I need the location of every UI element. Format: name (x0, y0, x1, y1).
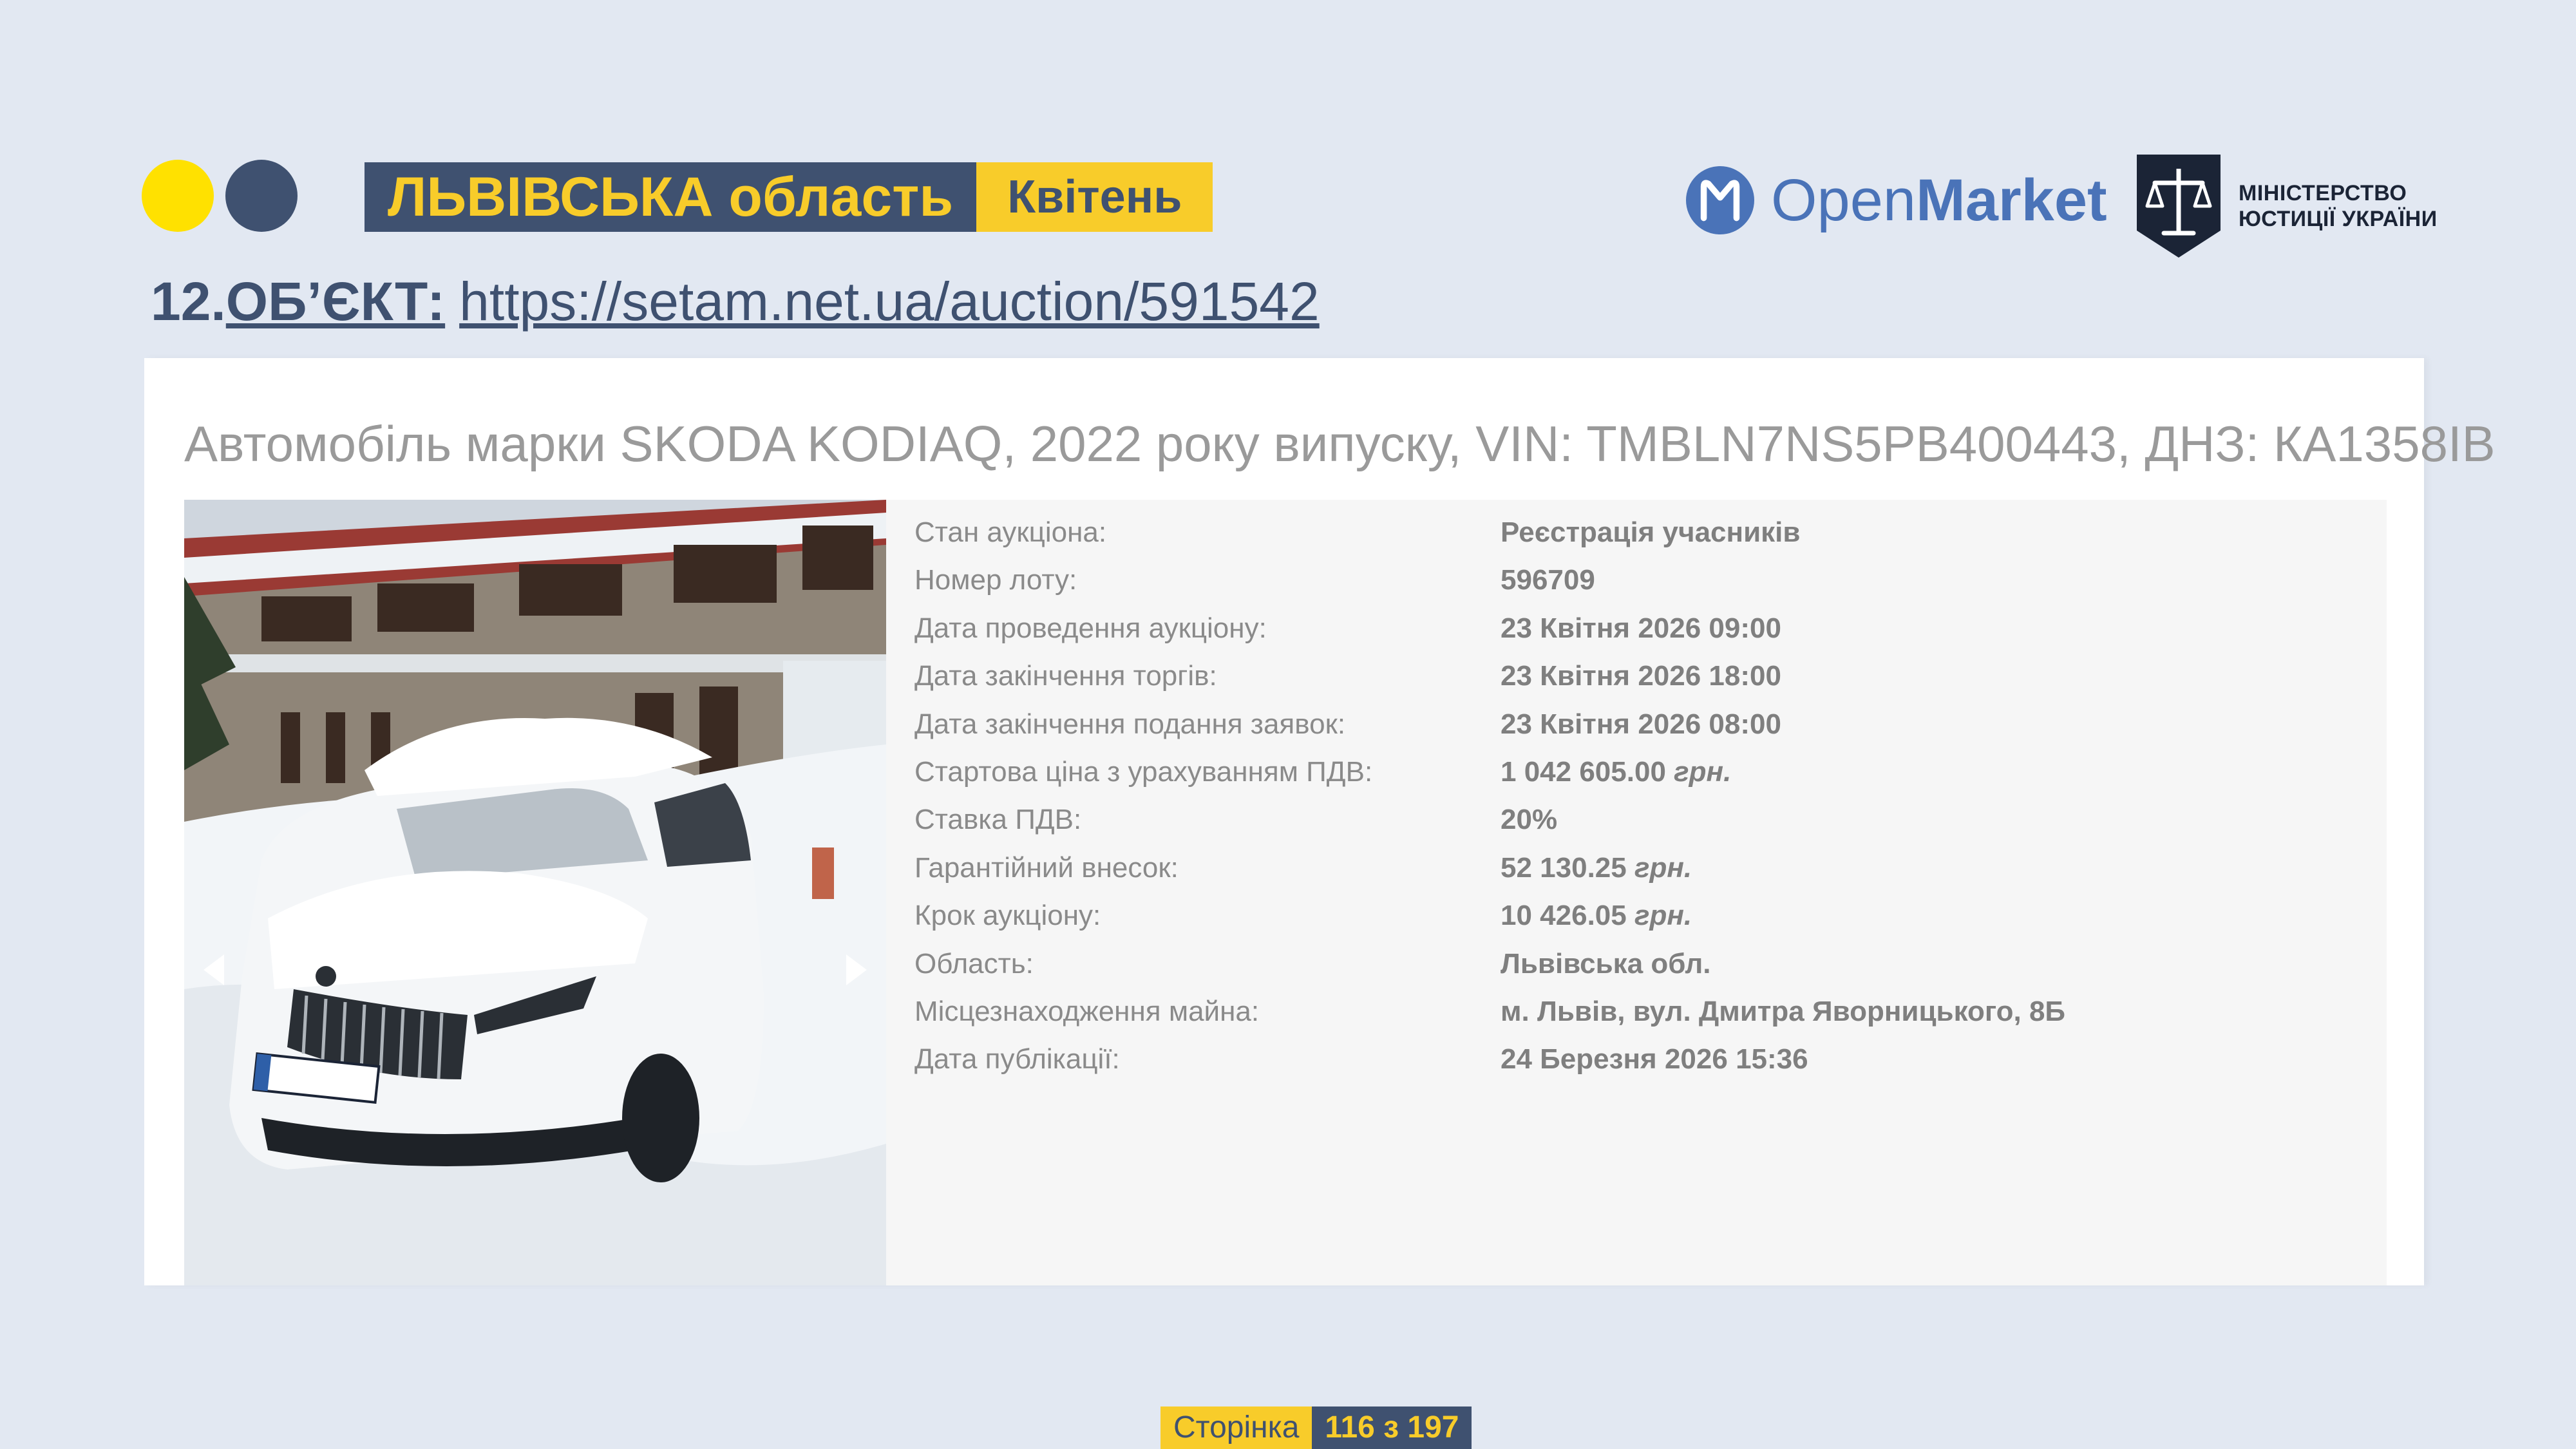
lot-detail-value-text: Львівська обл. (1501, 947, 1711, 980)
car-photo (184, 500, 886, 1285)
lot-detail-label: Дата проведення аукціону: (914, 612, 1267, 644)
lot-detail-value: 23 Квітня 2026 08:00 (1501, 701, 1781, 748)
openmarket-market: Market (1916, 167, 2107, 233)
ministry-logo: МІНІСТЕРСТВО ЮСТИЦІЇ УКРАЇНИ (2137, 155, 2438, 258)
ministry-name: МІНІСТЕРСТВО ЮСТИЦІЇ УКРАЇНИ (2239, 180, 2438, 232)
car-photo-illustration (184, 500, 886, 1285)
lot-detail-value-text: 23 Квітня 2026 09:00 (1501, 612, 1781, 644)
lot-detail-value-text: 23 Квітня 2026 08:00 (1501, 708, 1781, 740)
month-label: Квітень (976, 162, 1213, 232)
lot-detail-row: Дата публікації: 24 Березня 2026 15:36 (914, 1036, 2383, 1083)
lot-detail-row: Крок аукціону: 10 426.05 грн. (914, 892, 2383, 940)
lot-detail-value: Реєстрація учасників (1501, 509, 1800, 556)
lot-title: Автомобіль марки SKODA KODIAQ, 2022 року… (184, 415, 2496, 472)
lot-detail-row: Ставка ПДВ: 20% (914, 796, 2383, 844)
lot-detail-label: Ставка ПДВ: (914, 804, 1082, 836)
openmarket-open: Open (1771, 167, 1917, 233)
lot-detail-value-text: 23 Квітня 2026 18:00 (1501, 660, 1781, 692)
object-number: 12. (151, 271, 226, 332)
auction-link[interactable]: https://setam.net.ua/auction/591542 (459, 271, 1320, 332)
lot-detail-label: Дата публікації: (914, 1043, 1120, 1075)
lot-detail-label: Стартова ціна з урахуванням ПДВ: (914, 756, 1373, 788)
lot-detail-value-text: м. Львів, вул. Дмитра Яворницького, 8Б (1501, 996, 2066, 1027)
ministry-line2: ЮСТИЦІЇ УКРАЇНИ (2239, 207, 2438, 231)
lot-detail-value: 24 Березня 2026 15:36 (1501, 1036, 1808, 1083)
lot-detail-unit: грн. (1674, 756, 1732, 788)
openmarket-wordmark: OpenMarket (1771, 167, 2107, 234)
lot-detail-label: Область: (914, 947, 1034, 980)
page-counter: Сторінка 116 з 197 (1160, 1406, 1472, 1449)
region-month-badge: ЛЬВІВСЬКА область Квітень (365, 162, 1213, 232)
lot-detail-value-text: Реєстрація учасників (1501, 516, 1801, 548)
yellow-dot (142, 160, 214, 232)
ministry-line1: МІНІСТЕРСТВО (2239, 181, 2407, 205)
navy-dot (225, 160, 298, 232)
lot-detail-value: 1 042 605.00 грн. (1501, 748, 1731, 796)
lot-detail-unit: грн. (1634, 900, 1692, 932)
lot-detail-label: Крок аукціону: (914, 900, 1101, 932)
lot-detail-row: Дата закінчення торгів: 23 Квітня 2026 18… (914, 652, 2383, 700)
scales-shield-icon (2137, 155, 2221, 258)
lot-detail-label: Дата закінчення подання заявок: (914, 708, 1346, 740)
lot-detail-value: 596709 (1501, 556, 1595, 604)
page-label: Сторінка (1160, 1406, 1312, 1449)
lot-detail-unit: грн. (1634, 851, 1692, 884)
region-name: ЛЬВІВСЬКА область (365, 162, 977, 232)
lot-detail-value: 23 Квітня 2026 09:00 (1501, 605, 1781, 652)
lot-detail-value-text: 10 426.05 (1501, 900, 1627, 932)
lot-detail-value: м. Львів, вул. Дмитра Яворницького, 8Б (1501, 988, 2065, 1036)
lot-detail-value-text: 20% (1501, 804, 1558, 836)
openmarket-m-icon (1686, 166, 1754, 234)
lot-detail-value: 20% (1501, 796, 1557, 844)
lot-detail-row: Область: Львівська обл. (914, 940, 2383, 988)
lot-detail-row: Дата проведення аукціону: 23 Квітня 2026 … (914, 605, 2383, 652)
lot-detail-value-text: 1 042 605.00 (1501, 756, 1666, 788)
lot-detail-row: Номер лоту: 596709 (914, 556, 2383, 604)
openmarket-logo: OpenMarket (1686, 166, 2107, 234)
lot-detail-label: Номер лоту: (914, 564, 1077, 596)
lot-details-panel: Стан аукціона: Реєстрація учасників Номер … (886, 500, 2387, 1285)
lot-detail-value: Львівська обл. (1501, 940, 1711, 988)
lot-detail-row: Гарантійний внесок: 52 130.25 грн. (914, 844, 2383, 892)
lot-detail-value: 10 426.05 грн. (1501, 892, 1692, 940)
lot-detail-row: Стартова ціна з урахуванням ПДВ: 1 042 60… (914, 748, 2383, 796)
object-label: ОБ’ЄКТ: (225, 271, 446, 332)
lot-detail-value-text: 24 Березня 2026 15:36 (1501, 1043, 1808, 1075)
lot-detail-value: 52 130.25 грн. (1501, 844, 1692, 892)
lot-detail-label: Місцезнаходження майна: (914, 996, 1260, 1027)
auction-page-capture: Автомобіль марки SKODA KODIAQ, 2022 року… (144, 358, 2496, 1285)
object-title: 12.ОБ’ЄКТ: https://setam.net.ua/auction/5… (151, 270, 1320, 333)
lot-detail-row: Стан аукціона: Реєстрація учасників (914, 509, 2383, 556)
lot-detail-value: 23 Квітня 2026 18:00 (1501, 652, 1781, 700)
lot-detail-value-text: 596709 (1501, 564, 1595, 596)
lot-detail-value-text: 52 130.25 (1501, 851, 1627, 884)
lot-detail-row: Дата закінчення подання заявок: 23 Квітня… (914, 701, 2383, 748)
lot-detail-label: Дата закінчення торгів: (914, 660, 1217, 692)
lot-detail-label: Гарантійний внесок: (914, 851, 1179, 884)
lot-detail-label: Стан аукціона: (914, 516, 1107, 548)
lot-detail-row: Місцезнаходження майна: м. Львів, вул. Дм… (914, 988, 2383, 1036)
page-number: 116 з 197 (1312, 1406, 1472, 1449)
